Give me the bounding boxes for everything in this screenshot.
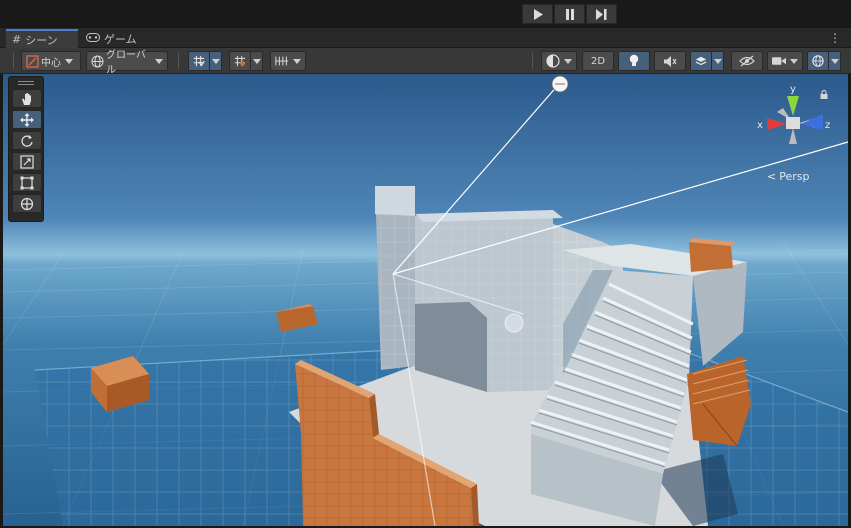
scene-visibility-toggle[interactable] [731, 51, 763, 71]
chevron-down-icon [564, 58, 572, 64]
draw-mode-dropdown[interactable] [541, 51, 577, 71]
scene-toolbar: 中心 グローバル 2D [0, 48, 851, 76]
tab-game-label: ゲーム [104, 32, 137, 46]
chevron-down-icon [65, 58, 73, 64]
grid-snap-toggle[interactable] [188, 51, 210, 71]
grid-visibility-icon [275, 56, 289, 66]
gizmo-x-label: x [757, 120, 763, 131]
chevron-down-icon [252, 58, 261, 64]
tool-palette [8, 76, 44, 222]
globe-icon [91, 55, 104, 68]
transform-tool-button[interactable] [12, 194, 42, 213]
step-button[interactable] [586, 4, 617, 24]
increment-snap-toggle[interactable] [229, 51, 251, 71]
move-tool-button[interactable] [12, 110, 42, 129]
pivot-dropdown[interactable]: 中心 [21, 51, 81, 71]
rotate-icon [21, 134, 33, 147]
play-icon [533, 8, 543, 20]
chevron-down-icon [830, 58, 839, 64]
increment-snap-icon [234, 55, 246, 67]
layers-icon [695, 56, 707, 65]
chevron-down-icon [713, 58, 722, 64]
palette-grip-icon[interactable] [12, 79, 40, 87]
gizmo-y-label: y [790, 84, 796, 95]
pivot-label: 中心 [41, 57, 61, 69]
gizmo-x-cone[interactable] [767, 118, 787, 130]
grid-snap-icon [193, 55, 205, 67]
back-chevron-icon: < [767, 170, 777, 183]
grid-snap-options[interactable] [210, 51, 222, 71]
scale-tool-button[interactable] [12, 152, 42, 171]
speaker-muted-icon [664, 55, 677, 67]
view-tool-button[interactable] [12, 89, 42, 108]
chevron-down-icon [293, 58, 301, 64]
chevron-down-icon [211, 58, 220, 64]
audio-toggle[interactable] [654, 51, 686, 71]
increment-snap-options[interactable] [251, 51, 263, 71]
play-button[interactable] [522, 4, 553, 24]
chevron-down-icon [790, 58, 798, 64]
toolbar-separator [532, 53, 533, 69]
grid-icon: # [12, 33, 22, 46]
scene-render [3, 74, 848, 526]
step-icon [596, 8, 607, 20]
toggle-2d-button[interactable]: 2D [582, 51, 614, 71]
gizmo-y-cone[interactable] [787, 96, 799, 116]
gizmo-z-label: z [825, 120, 830, 131]
transform-icon [20, 197, 34, 210]
video-camera-icon [772, 57, 786, 65]
rotate-tool-button[interactable] [12, 131, 42, 150]
scene-viewport[interactable] [3, 74, 848, 526]
play-toolbar [0, 0, 851, 28]
lock-icon[interactable] [820, 90, 828, 99]
more-options-icon[interactable]: ⋮ [829, 31, 841, 45]
pause-icon [565, 8, 574, 20]
projection-label: Persp [779, 170, 810, 183]
orange-block-top-right [689, 238, 735, 272]
gizmos-toggle[interactable] [807, 51, 829, 71]
toolbar-separator [178, 53, 179, 69]
light-gizmo-icon[interactable] [504, 313, 524, 333]
projection-toggle[interactable]: < Persp [767, 170, 809, 183]
rect-tool-button[interactable] [12, 173, 42, 192]
effects-options[interactable] [712, 51, 724, 71]
gamepad-icon [86, 32, 100, 45]
eye-slash-icon [739, 55, 755, 67]
hand-icon [22, 92, 31, 105]
toolbar-separator [13, 53, 14, 69]
lighting-toggle[interactable] [618, 51, 650, 71]
grid-visibility-dropdown[interactable] [270, 51, 306, 71]
window-tabs: # シーン ゲーム ⋮ [0, 28, 851, 48]
move-arrows-icon [20, 112, 34, 127]
light-bulb-icon [629, 54, 639, 66]
space-label: グローバル [106, 50, 146, 76]
tab-scene[interactable]: # シーン [6, 29, 78, 48]
camera-settings-dropdown[interactable] [767, 51, 803, 71]
gizmos-options[interactable] [829, 51, 841, 71]
play-controls [522, 4, 617, 24]
tab-scene-label: シーン [25, 33, 58, 47]
scale-icon [20, 154, 34, 169]
gizmo-globe-icon [812, 55, 824, 67]
pivot-icon [26, 54, 39, 68]
wall-top-face [375, 186, 415, 216]
effects-toggle[interactable] [690, 51, 712, 71]
gizmo-center-cube[interactable] [786, 117, 800, 129]
shading-mode-icon [546, 54, 560, 68]
chevron-down-icon [155, 58, 163, 64]
pause-button[interactable] [554, 4, 585, 24]
rect-transform-icon [20, 176, 34, 189]
toggle-2d-label: 2D [590, 55, 606, 67]
gizmo-neg-y-cone[interactable] [789, 128, 797, 144]
space-dropdown[interactable]: グローバル [86, 50, 168, 76]
